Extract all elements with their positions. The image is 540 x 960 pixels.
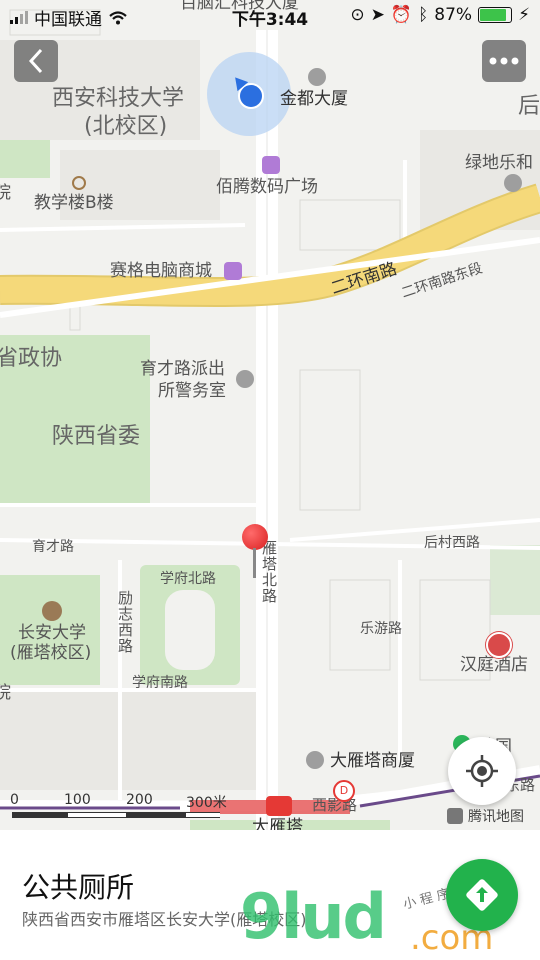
poi-dot-icon	[72, 176, 86, 190]
bluetooth-icon: ᛒ	[418, 5, 429, 25]
shopping-icon	[224, 262, 242, 280]
pin-icon[interactable]	[242, 524, 268, 550]
back-button[interactable]	[14, 40, 58, 82]
label-xuefu-north: 学府北路	[160, 571, 216, 587]
location-arrow-icon: ➤	[370, 5, 385, 25]
label-lizhi: 励志西路	[116, 590, 134, 654]
building-icon	[308, 68, 326, 86]
label-houcun: 后村西路	[424, 535, 480, 551]
battery-percent: 87%	[434, 5, 473, 25]
place-info-panel[interactable]: 公共厕所 陕西省西安市雁塔区长安大学(雁塔校区) 9lud .com 小 程 序…	[0, 830, 540, 960]
map-scale: 0 100 200 300米	[0, 792, 240, 828]
locate-button[interactable]	[448, 737, 516, 805]
label-changan-campus: (雁塔校区)	[10, 643, 92, 663]
label-zhengxie: 省政协	[0, 346, 63, 371]
scale-300: 300米	[186, 795, 227, 811]
label-shengwei: 陕西省委	[52, 424, 141, 449]
scale-100: 100	[64, 792, 91, 808]
label-jiaoxue: 教学楼B楼	[34, 193, 114, 213]
label-dayanta: 大雁塔	[252, 817, 303, 830]
charging-icon: ⚡	[518, 5, 530, 25]
scale-0: 0	[10, 792, 19, 808]
shopping-icon	[262, 156, 280, 174]
label-xikeda: 西安科技大学	[52, 86, 185, 111]
back-icon	[28, 48, 43, 74]
navigate-button[interactable]	[446, 859, 518, 931]
label-police-1: 育才路派出	[140, 359, 225, 379]
label-lvdi: 绿地乐和	[465, 153, 533, 173]
scale-200: 200	[126, 792, 153, 808]
more-icon	[489, 57, 519, 65]
label-edge-yuan: 院	[0, 183, 11, 203]
place-name: 公共厕所	[22, 871, 135, 904]
navigate-icon	[466, 879, 498, 911]
label-saige: 赛格电脑商城	[110, 261, 212, 281]
map-base	[0, 9, 540, 830]
tencent-logo-icon	[447, 808, 463, 824]
label-yanta-north: 雁塔北路	[260, 540, 278, 604]
status-bar: 中国联通 下午3:44 ⊙ ➤ ⏰ ᛒ 87% ⚡	[0, 0, 540, 30]
building-icon	[306, 751, 324, 769]
label-leyou: 乐游路	[360, 621, 402, 637]
label-police-2: 所警务室	[158, 381, 226, 401]
label-jindu: 金都大厦	[280, 89, 348, 109]
battery-icon	[478, 7, 513, 23]
label-baiteng: 佰腾数码广场	[216, 177, 318, 197]
label-edge-hou: 后	[518, 94, 540, 119]
label-xuefu-south: 学府南路	[132, 675, 188, 691]
metro-exit-icon: D	[333, 780, 355, 802]
rotation-lock-icon: ⊙	[350, 5, 365, 25]
label-tencent-map: 腾讯地图	[468, 809, 524, 825]
locate-icon	[466, 755, 498, 787]
alarm-icon: ⏰	[390, 5, 413, 25]
label-dayanta-mall: 大雁塔商厦	[330, 751, 415, 771]
watermark-brand: 9lud	[240, 880, 387, 953]
label-yucai-road: 育才路	[32, 539, 74, 555]
label-hanting: 汉庭酒店	[460, 655, 528, 675]
pin-stem	[253, 548, 256, 578]
label-xikeda-north: (北校区)	[84, 114, 168, 139]
map-view[interactable]: 百脑汇科技大厦 西安科技大学 (北校区) 金都大厦 后 佰腾数码广场 绿地乐和 …	[0, 0, 540, 830]
home-icon	[504, 174, 522, 192]
police-icon	[236, 370, 254, 388]
label-edge-yuan2: 院	[0, 683, 11, 703]
label-changan-uni: 长安大学	[18, 623, 86, 643]
more-button[interactable]	[482, 40, 526, 82]
school-icon	[42, 601, 62, 621]
hotel-icon	[486, 632, 512, 658]
